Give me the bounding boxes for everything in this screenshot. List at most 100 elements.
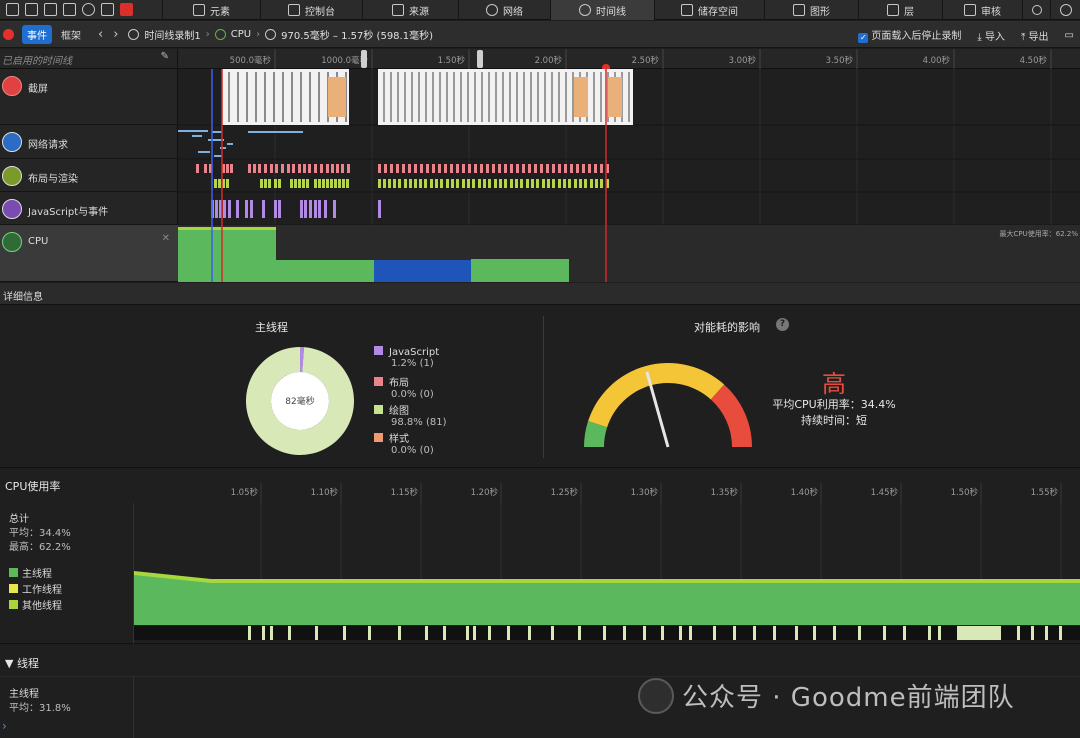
- ruler-tick-label: 1.50秒: [438, 55, 466, 66]
- layout-event-mark: [264, 164, 267, 173]
- close-icon[interactable]: ✕: [162, 233, 170, 244]
- tab-elements[interactable]: 元素: [162, 0, 260, 20]
- console-prompt-icon[interactable]: ›: [0, 719, 12, 735]
- threads-header[interactable]: ▼ 线程: [0, 645, 1080, 677]
- tab-layers[interactable]: 层: [858, 0, 942, 20]
- paint-event-mark: [326, 179, 329, 188]
- cpu-activity-mark: [623, 626, 626, 640]
- track-layout[interactable]: 布局与渲染: [0, 159, 178, 192]
- tab-sources[interactable]: 来源: [362, 0, 458, 20]
- trash-icon[interactable]: ▭: [1065, 30, 1074, 41]
- dock-left-icon[interactable]: [25, 3, 38, 16]
- disclosure-triangle-icon[interactable]: ▼: [5, 657, 13, 670]
- chevron-left-icon[interactable]: ‹: [98, 27, 103, 42]
- track-network[interactable]: 网络请求: [0, 125, 178, 159]
- cpu-activity-mark: [507, 626, 510, 640]
- track-javascript[interactable]: JavaScript与事件: [0, 192, 178, 225]
- javascript-event-mark: [314, 200, 317, 218]
- paint-event-mark: [510, 179, 513, 188]
- cpu-activity-mark: [343, 626, 346, 640]
- record-button[interactable]: [3, 28, 14, 40]
- cpu-usage-chart[interactable]: [133, 503, 1080, 644]
- cpu-activity-mark: [398, 626, 401, 640]
- paint-event-mark: [388, 179, 391, 188]
- duration-label: 持续时间：短: [801, 414, 867, 427]
- tab-network[interactable]: 网络: [458, 0, 550, 20]
- screenshot-frame-divider: [495, 72, 497, 122]
- cpu-ruler-tick-label: 1.45秒: [871, 487, 899, 498]
- cpu-ruler-tick-label: 1.10秒: [311, 487, 339, 498]
- layout-event-mark: [326, 164, 329, 173]
- search-button[interactable]: [1022, 0, 1050, 20]
- wechat-icon: [638, 677, 674, 714]
- ruler-tick-label: 2.50秒: [632, 55, 660, 66]
- screenshot-frame-divider: [523, 72, 525, 122]
- chevron-right-icon[interactable]: ›: [113, 27, 118, 42]
- edit-icon[interactable]: ✎: [161, 51, 169, 62]
- crosshair-icon[interactable]: [82, 3, 95, 16]
- tab-audit[interactable]: 审核: [942, 0, 1022, 20]
- paint-event-mark: [563, 179, 566, 188]
- dock-bottom-icon[interactable]: [44, 3, 57, 16]
- range-end-handle: [477, 50, 483, 68]
- javascript-event-mark: [278, 200, 281, 218]
- breadcrumb-cpu[interactable]: CPU: [231, 29, 251, 40]
- cpu-icon: [2, 232, 22, 252]
- javascript-event-mark: [215, 200, 218, 218]
- cpu-ruler-tick-label: 1.15秒: [391, 487, 419, 498]
- track-label: 截屏: [28, 84, 48, 95]
- cpu-activity-mark: [578, 626, 581, 640]
- import-button[interactable]: ⤓ 导入: [977, 28, 1005, 43]
- tab-storage[interactable]: 储存空间: [654, 0, 764, 20]
- layout-event-mark: [298, 164, 301, 173]
- layout-event-mark: [540, 164, 543, 173]
- main-thread-section: 主线程 82毫秒 JavaScript 1.2% (1) 布局 0.0% (0) 绘…: [0, 306, 543, 468]
- cpu-activity-mark: [679, 626, 682, 640]
- screenshot-frame-divider: [544, 72, 546, 122]
- cpu-activity-mark: [928, 626, 931, 640]
- screenshot-frame-divider: [537, 72, 539, 122]
- error-badge-icon[interactable]: [120, 3, 133, 16]
- layout-event-mark: [444, 164, 447, 173]
- paint-event-mark: [338, 179, 341, 188]
- overview-ruler[interactable]: 500.0毫秒 1000.0毫秒 1.50秒 2.00秒 2.50秒 3.00秒 3.50秒…: [178, 49, 1080, 69]
- paint-event-mark: [579, 179, 582, 188]
- timeline-filter[interactable]: 已启用的时间线 ✎: [0, 49, 177, 69]
- cpu-ruler-ticks: 1.05秒 1.10秒 1.15秒 1.20秒 1.25秒 1.30秒 1.35秒 1.40秒…: [231, 483, 1062, 503]
- paint-event-mark: [456, 179, 459, 188]
- legend-style: 样式 0.0% (0): [374, 430, 446, 458]
- cpu-other-threads-band: [178, 227, 276, 230]
- paint-event-mark: [568, 179, 571, 188]
- paint-event-mark: [334, 179, 337, 188]
- settings-button[interactable]: [1050, 0, 1080, 20]
- tab-graphics[interactable]: 图形: [764, 0, 858, 20]
- paint-event-mark: [226, 179, 229, 188]
- details-header: 详细信息: [0, 283, 1080, 305]
- events-mode-button[interactable]: 事件: [22, 24, 52, 44]
- cpu-activity-mark: [248, 626, 251, 640]
- recording-icon: [128, 28, 140, 40]
- tab-timelines[interactable]: 时间线: [550, 0, 654, 20]
- track-cpu[interactable]: CPU ✕: [0, 225, 178, 282]
- thread-main-label: 主线程: [9, 689, 39, 700]
- device-icon[interactable]: [101, 3, 114, 16]
- overview-lanes[interactable]: 最大CPU使用率：62.2%: [178, 69, 1080, 282]
- breadcrumb-recording[interactable]: 时间线录制1: [144, 27, 200, 42]
- tab-console[interactable]: 控制台: [260, 0, 362, 20]
- track-screenshots[interactable]: 截屏: [0, 69, 178, 125]
- frames-mode-button[interactable]: 框架: [56, 25, 86, 44]
- export-button[interactable]: ⤒ 导出: [1021, 28, 1049, 43]
- threads-section: ▼ 线程 主线程 平均：31.8% › 公众号 · Goodme前端团队: [0, 645, 1080, 738]
- cpu-activity-mark: [753, 626, 756, 640]
- track-label: JavaScript与事件: [28, 207, 109, 218]
- paint-event-mark: [278, 179, 281, 188]
- stop-after-load-checkbox[interactable]: ✓ 页面载入后停止录制: [858, 27, 961, 43]
- screenshot-frame-divider: [432, 72, 434, 122]
- close-panel-icon[interactable]: [6, 3, 19, 16]
- cpu-activity-mark: [733, 626, 736, 640]
- layout-event-mark: [331, 164, 334, 173]
- screenshot-frame-divider: [474, 72, 476, 122]
- dock-right-icon[interactable]: [63, 3, 76, 16]
- help-icon[interactable]: ?: [776, 318, 789, 331]
- screenshot-frame-divider: [628, 72, 630, 122]
